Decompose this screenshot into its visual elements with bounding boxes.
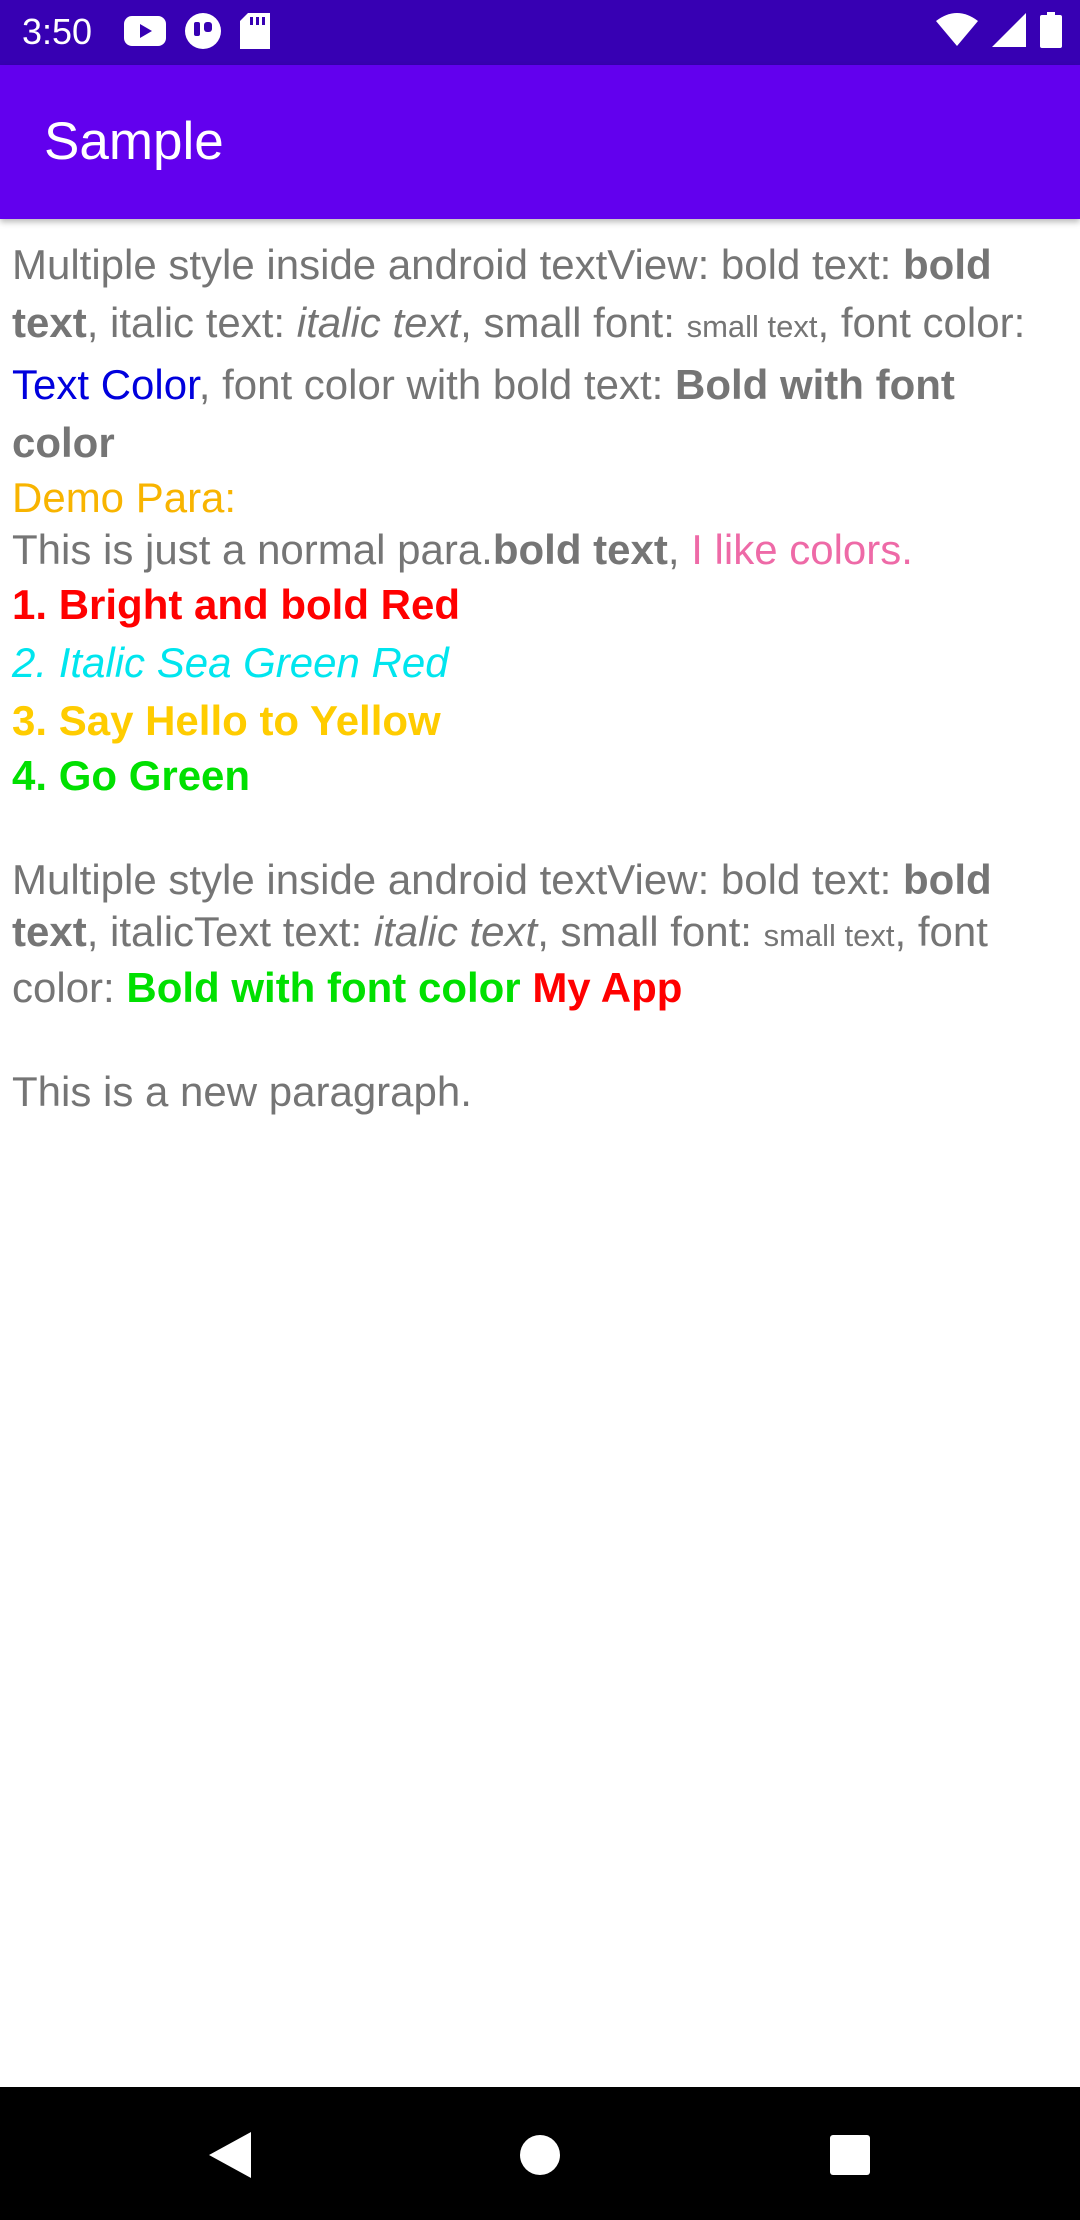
text-segment: , font color: [817, 299, 1026, 346]
text-segment: , [667, 526, 692, 573]
text-segment: Multiple style inside android textView: … [12, 241, 904, 288]
text-segment: , small font: [537, 908, 764, 955]
recents-button[interactable] [820, 2125, 880, 2185]
small-text: small text [763, 918, 895, 953]
back-icon [209, 2132, 251, 2178]
demo-heading: Demo Para: [12, 474, 237, 521]
list-item-yellow: 3. Say Hello to Yellow [12, 697, 441, 744]
home-button[interactable] [510, 2125, 570, 2185]
text-segment: , italicText text: [86, 908, 374, 955]
text-segment: , italic text: [86, 299, 297, 346]
recents-icon [830, 2135, 870, 2175]
list-item-green: 4. Go Green [12, 752, 251, 799]
content-area: Multiple style inside android textView: … [12, 236, 1062, 1118]
list-item-red: 1. Bright and bold Red [12, 581, 460, 628]
sd-card-icon [240, 12, 270, 54]
blue-text: Text Color [12, 361, 199, 408]
text-segment: , small font: [460, 299, 687, 346]
signal-icon [992, 12, 1026, 52]
new-paragraph: This is a new paragraph. [12, 1068, 472, 1115]
red-bold-text: My App [532, 964, 683, 1011]
styled-paragraph-2: Multiple style inside android textView: … [12, 854, 1062, 1014]
bold-text: bold text [492, 526, 668, 573]
small-text: small text [686, 309, 818, 344]
green-bold-text: Bold with font color [126, 964, 521, 1011]
app-notification-icon [184, 12, 222, 55]
home-icon [520, 2135, 560, 2175]
italic-text: italic text [296, 299, 461, 346]
status-time: 3:50 [22, 11, 93, 52]
youtube-icon [124, 15, 166, 51]
wifi-icon [936, 12, 978, 52]
text-segment: Multiple style inside android textView: … [12, 856, 904, 903]
app-bar: Sample [0, 65, 1080, 219]
status-notification-icons [124, 12, 270, 55]
app-title: Sample [44, 112, 224, 171]
navigation-bar [0, 2087, 1080, 2220]
styled-paragraph-1: Multiple style inside android textView: … [12, 236, 1062, 472]
back-button[interactable] [200, 2125, 260, 2185]
list-item-cyan: 2. Italic Sea Green Red [12, 639, 449, 686]
battery-icon [1040, 11, 1062, 53]
screen: 3:50 Sample Multiple style inside androi… [0, 0, 1080, 2220]
status-bar: 3:50 [0, 0, 1080, 65]
italic-text: italic text [373, 908, 538, 955]
text-segment: , font color with bold text: [198, 361, 675, 408]
status-system-icons [936, 11, 1062, 53]
demo-paragraph: This is just a normal para.bold text, I … [12, 524, 1062, 576]
pink-text: I like colors. [691, 526, 913, 573]
text-segment [521, 964, 533, 1011]
text-segment: This is just a normal para. [12, 526, 493, 573]
